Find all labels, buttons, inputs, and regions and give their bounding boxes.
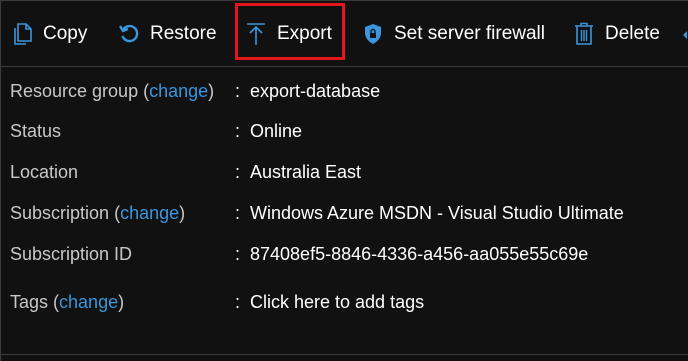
resource-group-change-link[interactable]: change — [149, 81, 208, 101]
copy-button[interactable]: Copy — [10, 0, 87, 68]
tags-label-wrapper: Tags (change) — [10, 292, 125, 312]
separator: : — [235, 121, 241, 141]
subscription-id-value: 87408ef5-8846-4336-a456-aa055e55c69e — [250, 244, 589, 264]
resource-group-label-wrapper: Resource group (change) — [10, 81, 215, 101]
tags-change-link[interactable]: change — [59, 292, 118, 312]
resource-group-label: Resource group — [10, 81, 139, 101]
set-server-firewall-button[interactable]: Set server firewall — [361, 0, 545, 68]
bottom-divider — [0, 354, 688, 355]
export-button[interactable]: Export — [244, 0, 332, 68]
status-value: Online — [250, 121, 303, 141]
subscription-change-link[interactable]: change — [120, 203, 179, 223]
export-label: Export — [277, 23, 332, 44]
subscription-value-link[interactable]: Windows Azure MSDN - Visual Studio Ultim… — [250, 202, 624, 224]
status-label: Status — [10, 121, 62, 141]
tags-label: Tags — [10, 292, 49, 312]
shield-lock-icon — [361, 22, 385, 46]
location-value: Australia East — [250, 162, 362, 182]
delete-label: Delete — [605, 23, 660, 44]
separator: : — [235, 162, 241, 182]
copy-label: Copy — [43, 23, 88, 44]
export-icon — [244, 22, 268, 46]
restore-label: Restore — [150, 23, 217, 44]
location-label: Location — [10, 162, 79, 182]
overflow-icon — [682, 22, 688, 46]
resource-group-value-link[interactable]: export-database — [250, 80, 380, 102]
add-tags-link[interactable]: Click here to add tags — [250, 291, 424, 313]
separator: : — [235, 81, 241, 101]
restore-button[interactable]: Restore — [117, 0, 217, 68]
copy-icon — [10, 22, 34, 46]
subscription-id-label: Subscription ID — [10, 244, 133, 264]
toolbar-divider — [0, 66, 688, 67]
restore-icon — [117, 22, 141, 46]
subscription-label: Subscription — [10, 203, 110, 223]
more-commands-button[interactable] — [682, 0, 688, 68]
resource-overview-panel: Copy Restore Export Set server firewall … — [0, 0, 688, 361]
delete-button[interactable]: Delete — [572, 0, 660, 68]
set-server-firewall-label: Set server firewall — [394, 23, 545, 44]
separator: : — [235, 244, 241, 264]
subscription-label-wrapper: Subscription (change) — [10, 203, 186, 223]
separator: : — [235, 292, 241, 312]
separator: : — [235, 203, 241, 223]
trash-icon — [572, 22, 596, 46]
command-toolbar: Copy Restore Export Set server firewall … — [0, 0, 688, 68]
